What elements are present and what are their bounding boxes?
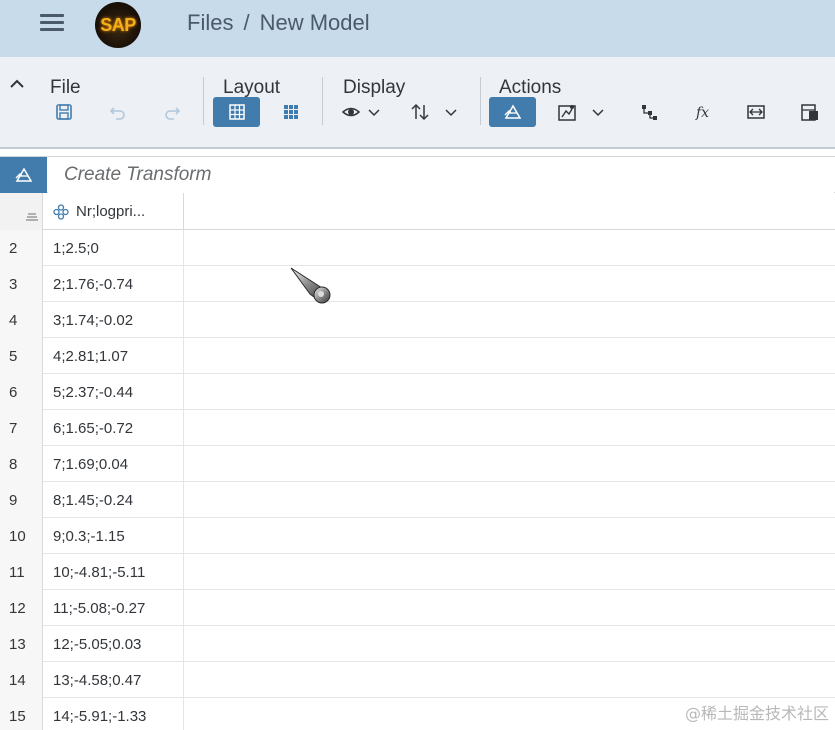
create-transform-input[interactable]	[48, 157, 834, 193]
hierarchy-icon[interactable]	[633, 97, 665, 127]
row-number: 4	[0, 302, 43, 338]
collapse-chevron-icon[interactable]	[8, 77, 26, 91]
row-number: 15	[0, 698, 43, 730]
table-row[interactable]: 14 13;-4.58;0.47	[0, 662, 835, 698]
row-number: 13	[0, 626, 43, 662]
divider	[322, 77, 323, 125]
group-title-actions: Actions	[499, 77, 562, 98]
breadcrumb-current: New Model	[259, 10, 370, 35]
table-cell[interactable]: 13;-4.58;0.47	[43, 662, 184, 698]
create-transform-icon[interactable]	[0, 157, 47, 193]
transform-bar	[0, 156, 835, 193]
table-cell[interactable]: 7;1.69;0.04	[43, 446, 184, 482]
group-title-layout: Layout	[223, 77, 281, 98]
table-cell[interactable]: 8;1.45;-0.24	[43, 482, 184, 518]
table-cell[interactable]: 3;1.74;-0.02	[43, 302, 184, 338]
mouse-cursor-icon	[290, 267, 331, 304]
table-row[interactable]: 7 6;1.65;-0.72	[0, 410, 835, 446]
row-number: 12	[0, 590, 43, 626]
column-header-nr-logprice[interactable]: Nr;logpri...	[43, 193, 184, 230]
save-icon[interactable]	[48, 97, 80, 127]
resize-icon[interactable]	[740, 97, 772, 127]
table-cell[interactable]: 5;2.37;-0.44	[43, 374, 184, 410]
row-density-icon	[26, 213, 38, 221]
grid-header: Nr;logpri...	[0, 193, 835, 230]
chevron-down-icon[interactable]	[444, 107, 458, 117]
table-row[interactable]: 3 2;1.76;-0.74	[0, 266, 835, 302]
card-view-icon[interactable]	[275, 97, 307, 127]
transform-icon[interactable]	[489, 97, 536, 127]
table-cell[interactable]: 9;0.3;-1.15	[43, 518, 184, 554]
formula-icon[interactable]: fx	[687, 97, 719, 127]
breadcrumb: Files / New Model	[187, 10, 370, 36]
table-row[interactable]: 5 4;2.81;1.07	[0, 338, 835, 374]
row-number: 7	[0, 410, 43, 446]
menu-icon[interactable]	[38, 12, 66, 34]
column-header-label: Nr;logpri...	[76, 203, 146, 220]
row-number: 8	[0, 446, 43, 482]
row-number: 9	[0, 482, 43, 518]
watermark: @稀土掘金技术社区	[684, 704, 829, 723]
sort-icon[interactable]	[404, 97, 436, 127]
table-cell[interactable]: 10;-4.81;-5.11	[43, 554, 184, 590]
table-cell[interactable]: 1;2.5;0	[43, 230, 184, 266]
table-row[interactable]: 12 11;-5.08;-0.27	[0, 590, 835, 626]
select-all-corner[interactable]	[0, 193, 43, 230]
table-row[interactable]: 10 9;0.3;-1.15	[0, 518, 835, 554]
table-row[interactable]: 8 7;1.69;0.04	[0, 446, 835, 482]
table-row[interactable]: 4 3;1.74;-0.02	[0, 302, 835, 338]
smart-transform-icon[interactable]	[551, 97, 583, 127]
shell-bar: SAP Files / New Model	[0, 0, 835, 57]
breadcrumb-files[interactable]: Files	[187, 10, 233, 36]
table-cell[interactable]: 11;-5.08;-0.27	[43, 590, 184, 626]
table-cell[interactable]: 14;-5.91;-1.33	[43, 698, 184, 730]
sap-logo[interactable]: SAP	[95, 2, 141, 48]
table-row[interactable]: 9 8;1.45;-0.24	[0, 482, 835, 518]
breadcrumb-separator: /	[243, 10, 250, 35]
redo-icon[interactable]	[156, 97, 188, 127]
table-cell[interactable]: 6;1.65;-0.72	[43, 410, 184, 446]
table-row[interactable]: 13 12;-5.05;0.03	[0, 626, 835, 662]
grid-view-icon[interactable]	[213, 97, 260, 127]
logo-text: SAP	[100, 14, 136, 35]
undo-icon[interactable]	[102, 97, 134, 127]
divider	[203, 77, 204, 125]
divider	[480, 77, 481, 125]
table-cell[interactable]: 2;1.76;-0.74	[43, 266, 184, 302]
details-icon[interactable]	[794, 97, 826, 127]
group-title-file: File	[50, 77, 81, 98]
row-number: 6	[0, 374, 43, 410]
row-number: 14	[0, 662, 43, 698]
chevron-down-icon[interactable]	[367, 107, 381, 117]
row-number: 11	[0, 554, 43, 590]
row-number: 3	[0, 266, 43, 302]
group-title-display: Display	[343, 77, 406, 98]
table-row[interactable]: 11 10;-4.81;-5.11	[0, 554, 835, 590]
table-cell[interactable]: 12;-5.05;0.03	[43, 626, 184, 662]
row-number: 2	[0, 230, 43, 266]
dimension-icon	[53, 203, 69, 220]
table-row[interactable]: 2 1;2.5;0	[0, 230, 835, 266]
table-cell[interactable]: 4;2.81;1.07	[43, 338, 184, 374]
toolbar: File Layout Display Actions fx	[0, 57, 835, 149]
row-number: 10	[0, 518, 43, 554]
row-number: 5	[0, 338, 43, 374]
eye-icon[interactable]	[335, 97, 367, 127]
table-row[interactable]: 6 5;2.37;-0.44	[0, 374, 835, 410]
svg-text:fx: fx	[695, 105, 709, 121]
chevron-down-icon[interactable]	[591, 107, 605, 117]
